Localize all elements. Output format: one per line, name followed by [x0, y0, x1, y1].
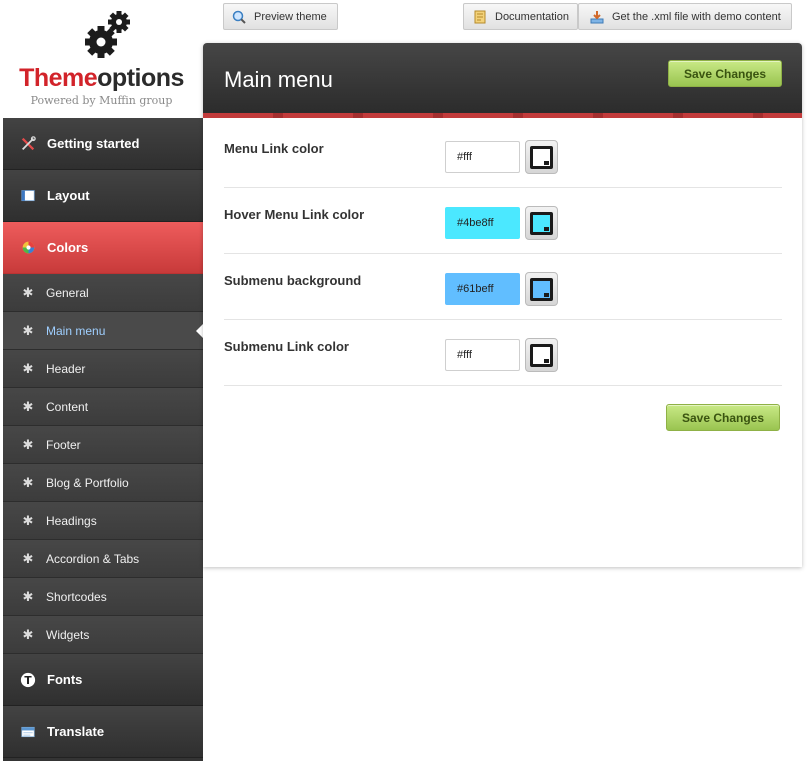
sidebar-item-fonts[interactable]: T Fonts: [3, 654, 203, 706]
sidebar-item-label: Getting started: [47, 136, 140, 151]
color-swatch: [530, 343, 553, 367]
field-label: Submenu Link color: [224, 339, 349, 354]
color-input[interactable]: #fff: [445, 141, 520, 173]
sidebar-subitem-header[interactable]: ✱ Header: [3, 350, 203, 388]
sidebar-subitem-label: Header: [46, 361, 86, 376]
sidebar-subitem-headings[interactable]: ✱ Headings: [3, 502, 203, 540]
sidebar-subitem-general[interactable]: ✱ General: [3, 274, 203, 312]
sidebar-subitem-content[interactable]: ✱ Content: [3, 388, 203, 426]
brand-tagline: Powered by Muffin group: [30, 94, 173, 107]
gear-icon: ✱: [22, 284, 34, 300]
sidebar-subitem-label: Headings: [46, 513, 97, 528]
preview-theme-label: Preview theme: [254, 10, 327, 23]
sidebar-item-colors[interactable]: Colors: [3, 222, 203, 274]
sidebar-subitem-main-menu[interactable]: ✱ Main menu: [3, 312, 203, 350]
sidebar-item-translate[interactable]: Translate: [3, 706, 203, 758]
sidebar-subitem-label: Shortcodes: [46, 589, 107, 604]
brand-title: Themeoptions: [0, 64, 203, 93]
sidebar-subitem-label: Widgets: [46, 627, 90, 642]
sidebar-subitem-widgets[interactable]: ✱ Widgets: [3, 616, 203, 654]
documentation-label: Documentation: [495, 10, 569, 23]
tools-icon: [19, 135, 37, 153]
field-label: Menu Link color: [224, 141, 324, 156]
sidebar-subitem-blog-portfolio[interactable]: ✱ Blog & Portfolio: [3, 464, 203, 502]
field-label: Submenu background: [224, 273, 362, 288]
sidebar: Getting started Layout Colors ✱ General ✱…: [3, 118, 203, 761]
logo: Themeoptions Powered by Muffin group: [0, 0, 203, 118]
gears-logo-icon: [85, 11, 130, 58]
color-swatch: [530, 211, 553, 235]
field-row-submenu-background: Submenu background #61beff: [224, 254, 782, 320]
sidebar-subitem-label: Blog & Portfolio: [46, 475, 129, 490]
documentation-button[interactable]: Documentation: [463, 3, 578, 30]
color-swatch: [530, 145, 553, 169]
sidebar-subitem-label: Footer: [46, 437, 81, 452]
gear-icon: ✱: [22, 398, 34, 414]
header-stripe: [203, 113, 802, 118]
sidebar-item-getting-started[interactable]: Getting started: [3, 118, 203, 170]
field-row-menu-link-color: Menu Link color #fff: [224, 122, 782, 188]
sidebar-item-label: Fonts: [47, 672, 83, 687]
demo-content-button[interactable]: Get the .xml file with demo content: [578, 3, 792, 30]
color-picker-button[interactable]: [525, 206, 558, 240]
gear-icon: ✱: [22, 322, 34, 338]
magnifier-icon: [232, 10, 246, 24]
gear-icon: ✱: [22, 436, 34, 452]
sidebar-subitem-footer[interactable]: ✱ Footer: [3, 426, 203, 464]
translate-icon: [19, 723, 37, 741]
sidebar-subitem-shortcodes[interactable]: ✱ Shortcodes: [3, 578, 203, 616]
brand-part1: Theme: [19, 64, 98, 92]
layout-icon: [19, 187, 37, 205]
color-input[interactable]: #fff: [445, 339, 520, 371]
gear-icon: ✱: [22, 512, 34, 528]
page-title: Main menu: [224, 67, 333, 92]
sidebar-subitem-label: General: [46, 285, 89, 300]
field-label: Hover Menu Link color: [224, 207, 365, 222]
color-input[interactable]: #4be8ff: [445, 207, 520, 239]
color-swatch: [530, 277, 553, 301]
sidebar-item-label: Colors: [47, 240, 89, 255]
color-picker-button[interactable]: [525, 272, 558, 306]
color-picker-button[interactable]: [525, 338, 558, 372]
field-row-submenu-link-color: Submenu Link color #fff: [224, 320, 782, 386]
panel-header: Main menu Save Changes: [203, 43, 802, 118]
font-icon: T: [19, 671, 37, 689]
sidebar-item-label: Layout: [47, 188, 90, 203]
sidebar-subitem-label: Content: [46, 399, 89, 414]
sidebar-item-layout[interactable]: Layout: [3, 170, 203, 222]
color-input[interactable]: #61beff: [445, 273, 520, 305]
main-panel: Main menu Save Changes Menu Link color #…: [203, 43, 802, 567]
sidebar-subitem-accordion-tabs[interactable]: ✱ Accordion & Tabs: [3, 540, 203, 578]
color-picker-button[interactable]: [525, 140, 558, 174]
demo-content-label: Get the .xml file with demo content: [612, 10, 781, 23]
save-changes-button-bottom[interactable]: Save Changes: [666, 404, 780, 431]
color-wheel-icon: [19, 239, 37, 257]
field-row-hover-menu-link-color: Hover Menu Link color #4be8ff: [224, 188, 782, 254]
download-icon: [590, 10, 604, 24]
top-button-group: Documentation Get the .xml file with dem…: [463, 3, 792, 30]
gear-icon: ✱: [22, 550, 34, 566]
gear-icon: ✱: [22, 474, 34, 490]
gear-icon: ✱: [22, 626, 34, 642]
sidebar-subitem-label: Main menu: [46, 323, 106, 338]
gear-icon: ✱: [22, 588, 34, 604]
sidebar-subitem-label: Accordion & Tabs: [46, 551, 140, 566]
brand-part2: options: [97, 64, 184, 92]
svg-text:T: T: [24, 674, 32, 687]
document-icon: [473, 10, 487, 24]
preview-theme-button[interactable]: Preview theme: [223, 3, 338, 30]
gear-icon: ✱: [22, 360, 34, 376]
save-changes-button-top[interactable]: Save Changes: [668, 60, 782, 87]
sidebar-item-label: Translate: [47, 724, 105, 739]
